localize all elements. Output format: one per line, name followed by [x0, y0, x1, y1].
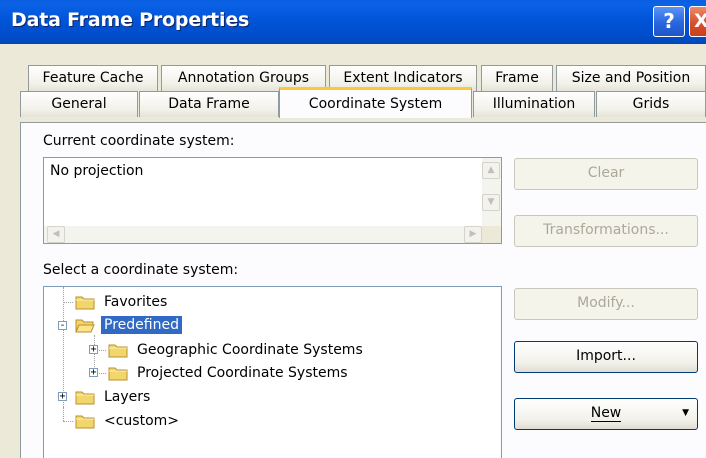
- tab-illumination[interactable]: Illumination: [473, 91, 595, 117]
- tree-item-favorites[interactable]: Favorites: [75, 291, 170, 313]
- tree-item-label: Predefined: [101, 316, 182, 334]
- scroll-up-icon[interactable]: ▲: [482, 162, 500, 179]
- tab-feature-cache[interactable]: Feature Cache: [28, 65, 158, 91]
- tab-size-and-position[interactable]: Size and Position: [556, 65, 706, 91]
- folder-icon: [75, 295, 95, 310]
- current-cs-label: Current coordinate system:: [43, 133, 235, 149]
- collapse-icon[interactable]: -: [58, 321, 67, 331]
- horizontal-scrollbar[interactable]: ◀ ▶: [44, 226, 484, 243]
- tab-frame[interactable]: Frame: [481, 65, 553, 91]
- tab-coordinate-system[interactable]: Coordinate System: [279, 87, 472, 118]
- new-button[interactable]: New ▼: [514, 398, 698, 430]
- new-button-label: New: [590, 405, 622, 422]
- tree-item-geographic[interactable]: Geographic Coordinate Systems: [108, 339, 366, 361]
- vertical-scrollbar[interactable]: ▲ ▼: [482, 158, 501, 227]
- tab-grids[interactable]: Grids: [596, 91, 706, 117]
- import-button[interactable]: Import...: [514, 341, 698, 373]
- tree-connector: [63, 287, 64, 407]
- modify-button[interactable]: Modify...: [514, 288, 698, 320]
- tree-item-projected[interactable]: Projected Coordinate Systems: [108, 362, 351, 384]
- tab-data-frame[interactable]: Data Frame: [139, 91, 279, 117]
- expand-icon[interactable]: +: [58, 392, 67, 402]
- scroll-left-icon[interactable]: ◀: [47, 226, 65, 243]
- folder-icon: [108, 343, 128, 358]
- dropdown-arrow-icon: ▼: [682, 408, 689, 418]
- folder-open-icon: [75, 318, 95, 333]
- tree-item-custom[interactable]: <custom>: [75, 410, 182, 432]
- tree-connector: [63, 421, 73, 422]
- tree-item-label: Layers: [104, 389, 151, 405]
- select-cs-label: Select a coordinate system:: [43, 262, 239, 278]
- current-cs-value: No projection: [50, 163, 144, 179]
- tree-item-label: Geographic Coordinate Systems: [137, 342, 363, 358]
- tab-general[interactable]: General: [20, 91, 138, 117]
- tree-connector: [63, 302, 73, 303]
- title-bar[interactable]: Data Frame Properties ? X: [0, 0, 706, 44]
- scrollbar-corner: [482, 226, 501, 243]
- tree-item-layers[interactable]: Layers: [75, 386, 153, 408]
- tree-item-predefined[interactable]: Predefined: [75, 314, 182, 336]
- tree-item-label: <custom>: [104, 413, 180, 429]
- folder-icon: [75, 414, 95, 429]
- close-button[interactable]: X: [689, 6, 706, 37]
- coordinate-system-tree[interactable]: Favorites - Predefined + Geographic Coor…: [43, 286, 502, 458]
- window-title: Data Frame Properties: [11, 9, 250, 31]
- tree-connector: [63, 407, 64, 421]
- folder-icon: [75, 390, 95, 405]
- transformations-button[interactable]: Transformations...: [514, 215, 698, 247]
- current-cs-box[interactable]: No projection ▲ ▼ ◀ ▶: [43, 157, 502, 244]
- scroll-down-icon[interactable]: ▼: [482, 194, 500, 211]
- clear-button[interactable]: Clear: [514, 158, 698, 190]
- folder-icon: [108, 366, 128, 381]
- tree-item-label: Favorites: [104, 294, 168, 310]
- expand-icon[interactable]: +: [89, 368, 98, 378]
- help-button[interactable]: ?: [653, 6, 685, 37]
- tree-item-label: Projected Coordinate Systems: [137, 365, 348, 381]
- expand-icon[interactable]: +: [89, 345, 98, 355]
- scroll-right-icon[interactable]: ▶: [464, 226, 482, 243]
